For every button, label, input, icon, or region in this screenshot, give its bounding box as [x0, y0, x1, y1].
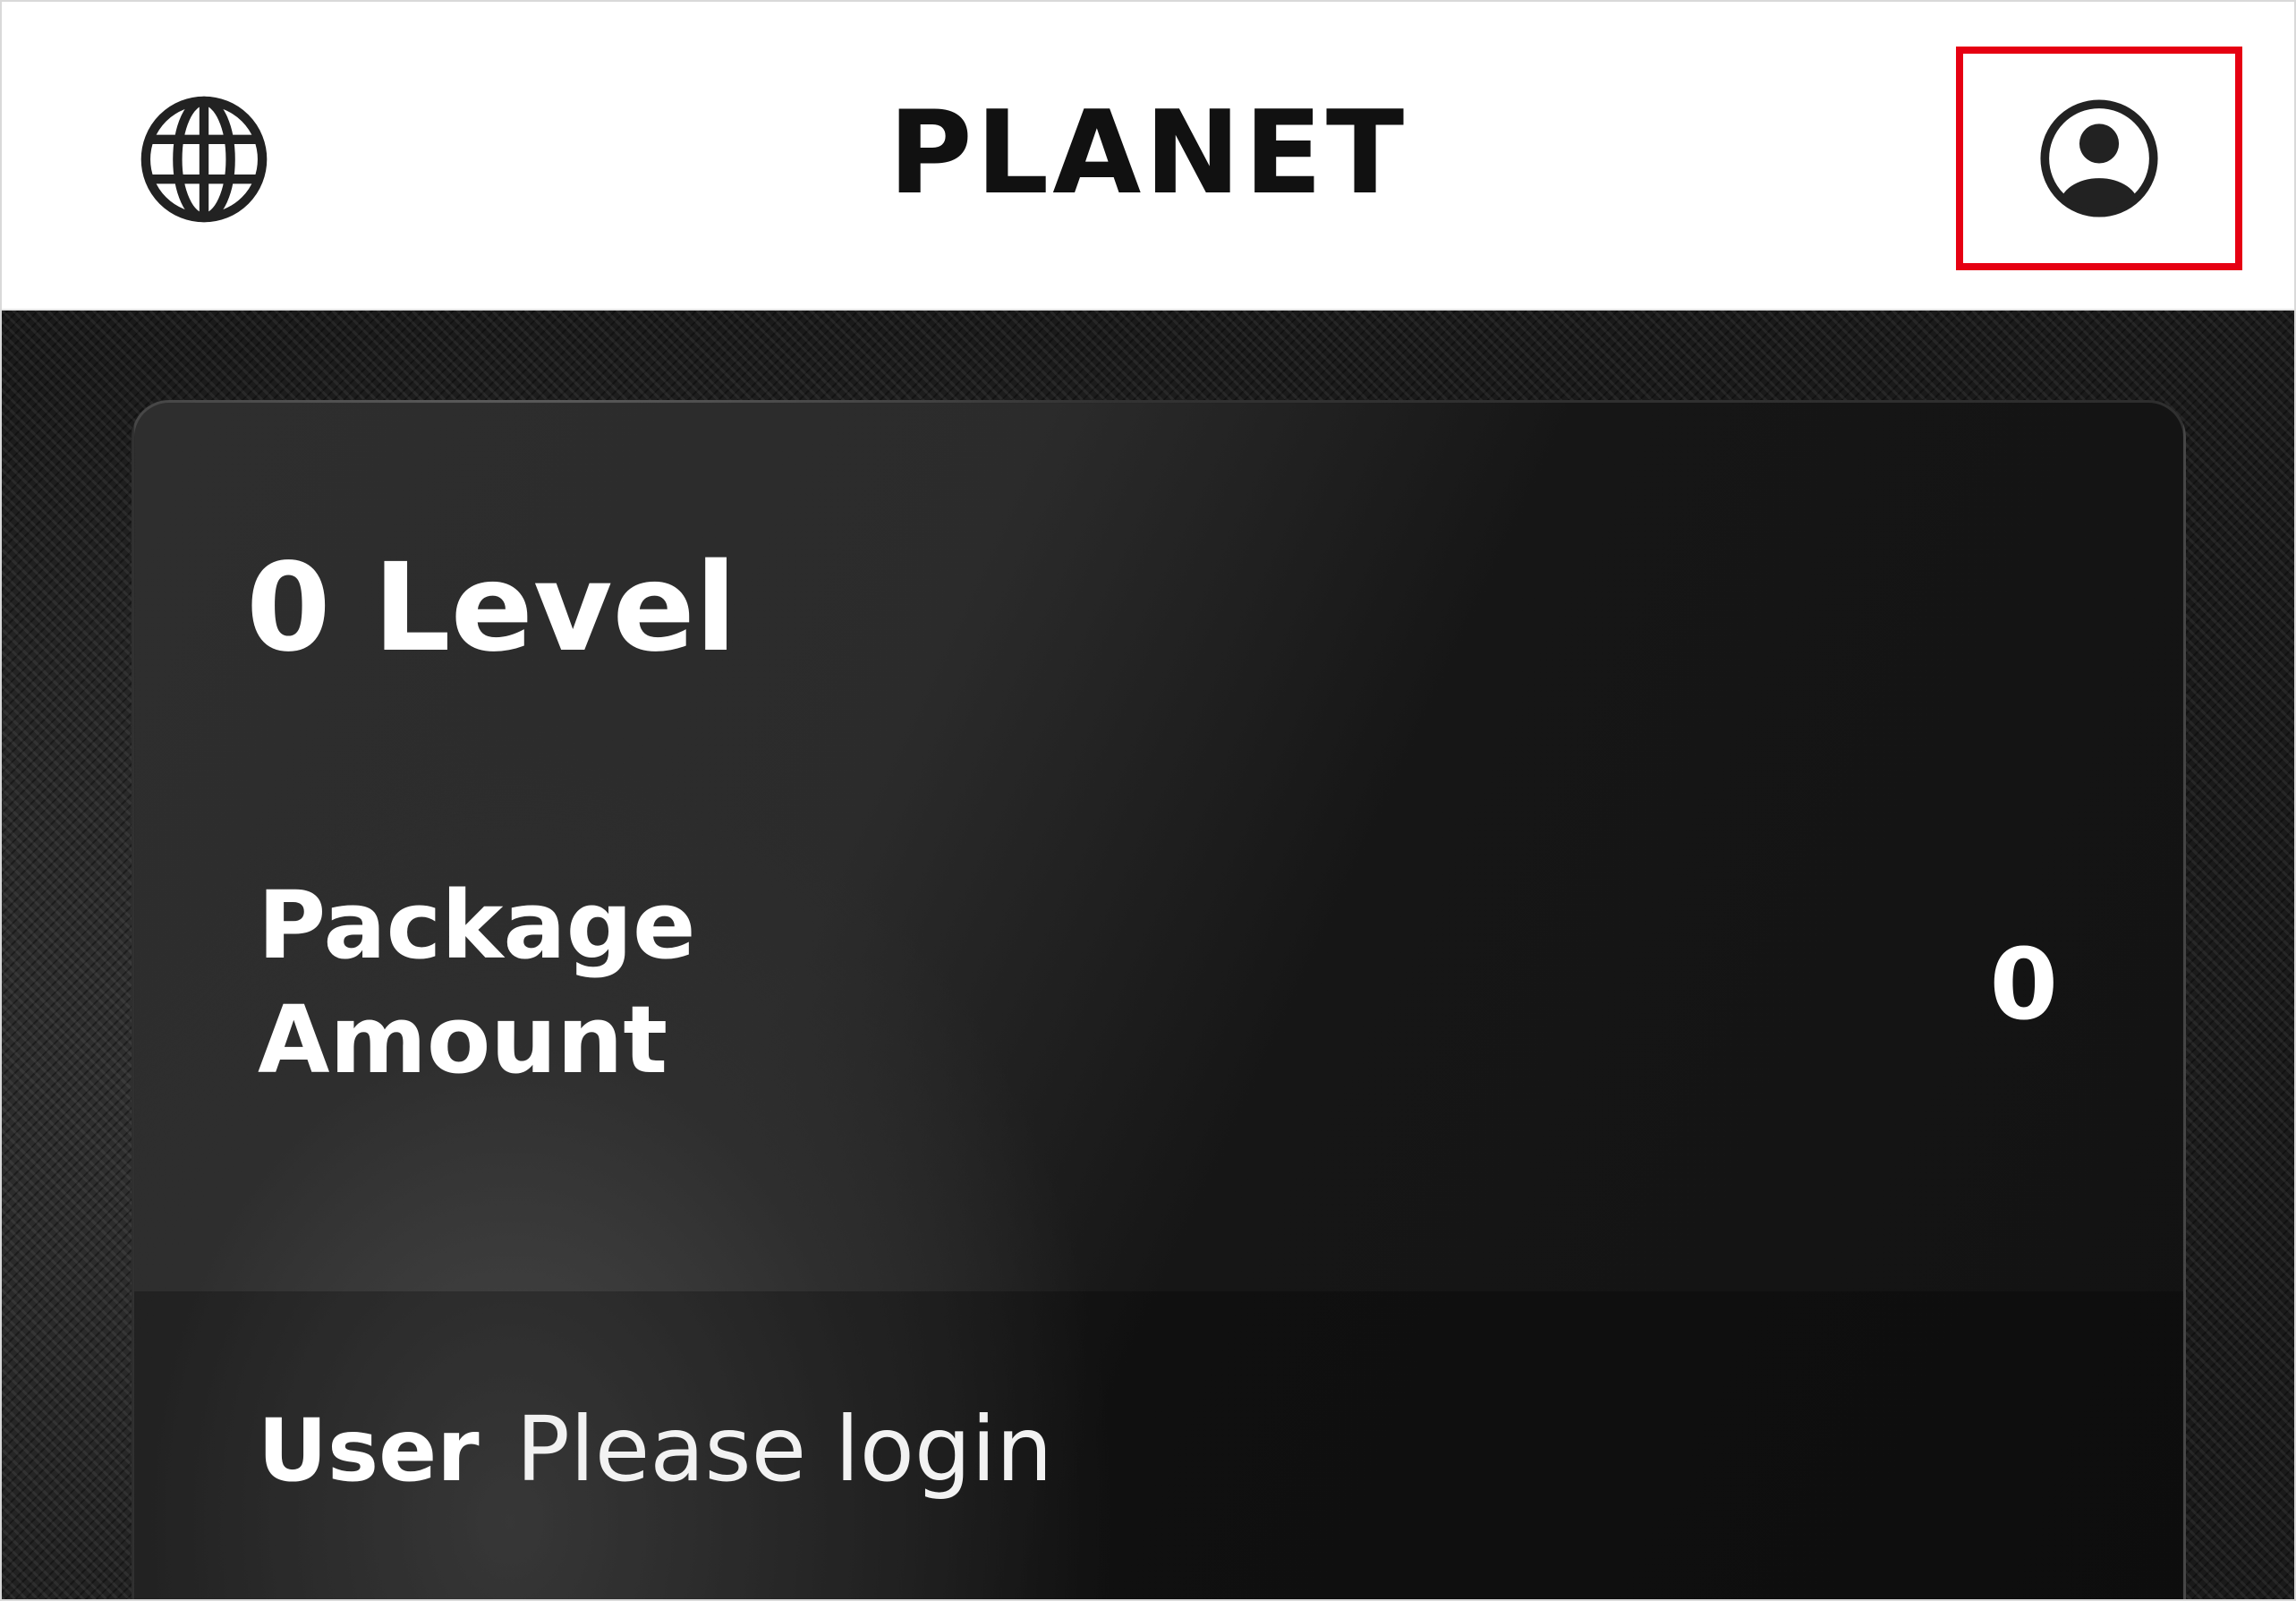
level-text: 0 Level [246, 538, 737, 679]
level-card: 0 Level Package Amount 0 User Please log… [132, 400, 2186, 1599]
top-header: PLANET [2, 2, 2294, 311]
user-circle-icon [2040, 99, 2158, 217]
package-amount-label: Package Amount [258, 871, 696, 1094]
card-body: 0 Level Package Amount 0 [134, 403, 2183, 1291]
user-row: User Please login [258, 1396, 1053, 1529]
brand-title: PLANET [888, 87, 1408, 220]
account-button[interactable] [1956, 47, 2242, 270]
user-label: User [258, 1401, 480, 1501]
user-login-prompt: Please login [515, 1397, 1053, 1502]
app-frame: PLANET 0 Level Package Amount 0 User Ple… [0, 0, 2296, 1601]
package-amount-value: 0 [1989, 927, 2058, 1042]
